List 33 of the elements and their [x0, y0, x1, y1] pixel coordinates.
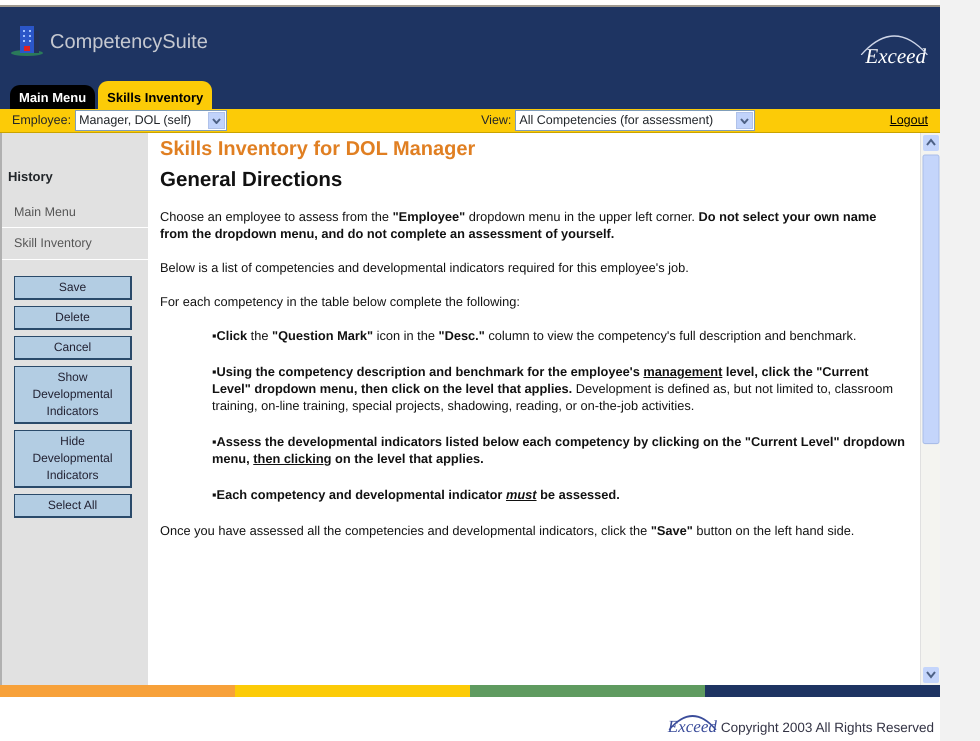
paragraph: Below is a list of competencies and developmental indicators required for this employee's job. [160, 259, 690, 276]
building-icon [10, 23, 44, 57]
sidebar-button[interactable]: Hide Developmental Indicators [14, 430, 132, 488]
tab[interactable]: Main Menu [10, 85, 96, 109]
instruction-item: ▪Each competency and developmental indicator must be assessed. [212, 486, 621, 503]
section-heading: General Directions [160, 171, 344, 188]
instruction-item: ▪Click the "Question Mark" icon in the "Desc." column to view the competency's full description and benchmark. [212, 327, 858, 344]
paragraph: For each competency in the table below complete the following: [160, 293, 521, 310]
history-link[interactable]: Skill Inventory [2, 228, 148, 260]
sidebar-button[interactable]: Cancel [14, 336, 132, 360]
history-title: History [7, 168, 54, 186]
instruction-item: ▪Assess the developmental indicators listed below each competency by clicking on the "Current Level" dropdown menu, then clicking on the level that applies. [212, 433, 906, 467]
logout-link[interactable]: Logout [890, 111, 928, 130]
copyright-text: Copyright 2003 All Rights Reserved [720, 718, 934, 737]
paragraph: Choose an employee to assess from the "Employee" dropdown menu in the upper left corner. Do not select your own name from the dropdown menu, and do not complete an assessment of yourself. [160, 208, 878, 242]
sidebar-button[interactable]: Show Developmental Indicators [14, 366, 132, 424]
dropdown[interactable]: Manager, DOL (self) [75, 110, 228, 131]
scrollbar[interactable] [920, 133, 940, 685]
caret-icon [212, 118, 222, 124]
app-title: CompetencySuite [50, 30, 208, 55]
sidebar-button[interactable]: Delete [14, 306, 132, 330]
field-label: Employee: [12, 112, 72, 130]
sidebar-button[interactable]: Select All [14, 494, 132, 518]
history-link[interactable]: Main Menu [2, 196, 148, 228]
paragraph: Once you have assessed all the competencies and developmental indicators, click the "Save" button on the left hand side. [160, 522, 856, 539]
caret-icon [740, 118, 750, 124]
instruction-item: ▪Using the competency description and benchmark for the employee's management level, click the "Current Level" dropdown menu, then click on the level that applies. Development is defined as, but not limited to, classroom training, on-line training, special projects, shadowing, reading, or on-the-job activities. [212, 363, 894, 414]
tab[interactable]: Skills Inventory [98, 81, 212, 109]
page-title: Skills Inventory for DOL Manager [160, 141, 476, 158]
dropdown[interactable]: All Competencies (for assessment) [515, 110, 756, 131]
field-label: View: [481, 112, 512, 130]
logo: Exceed [859, 25, 930, 72]
sidebar-button[interactable]: Save [14, 276, 132, 300]
